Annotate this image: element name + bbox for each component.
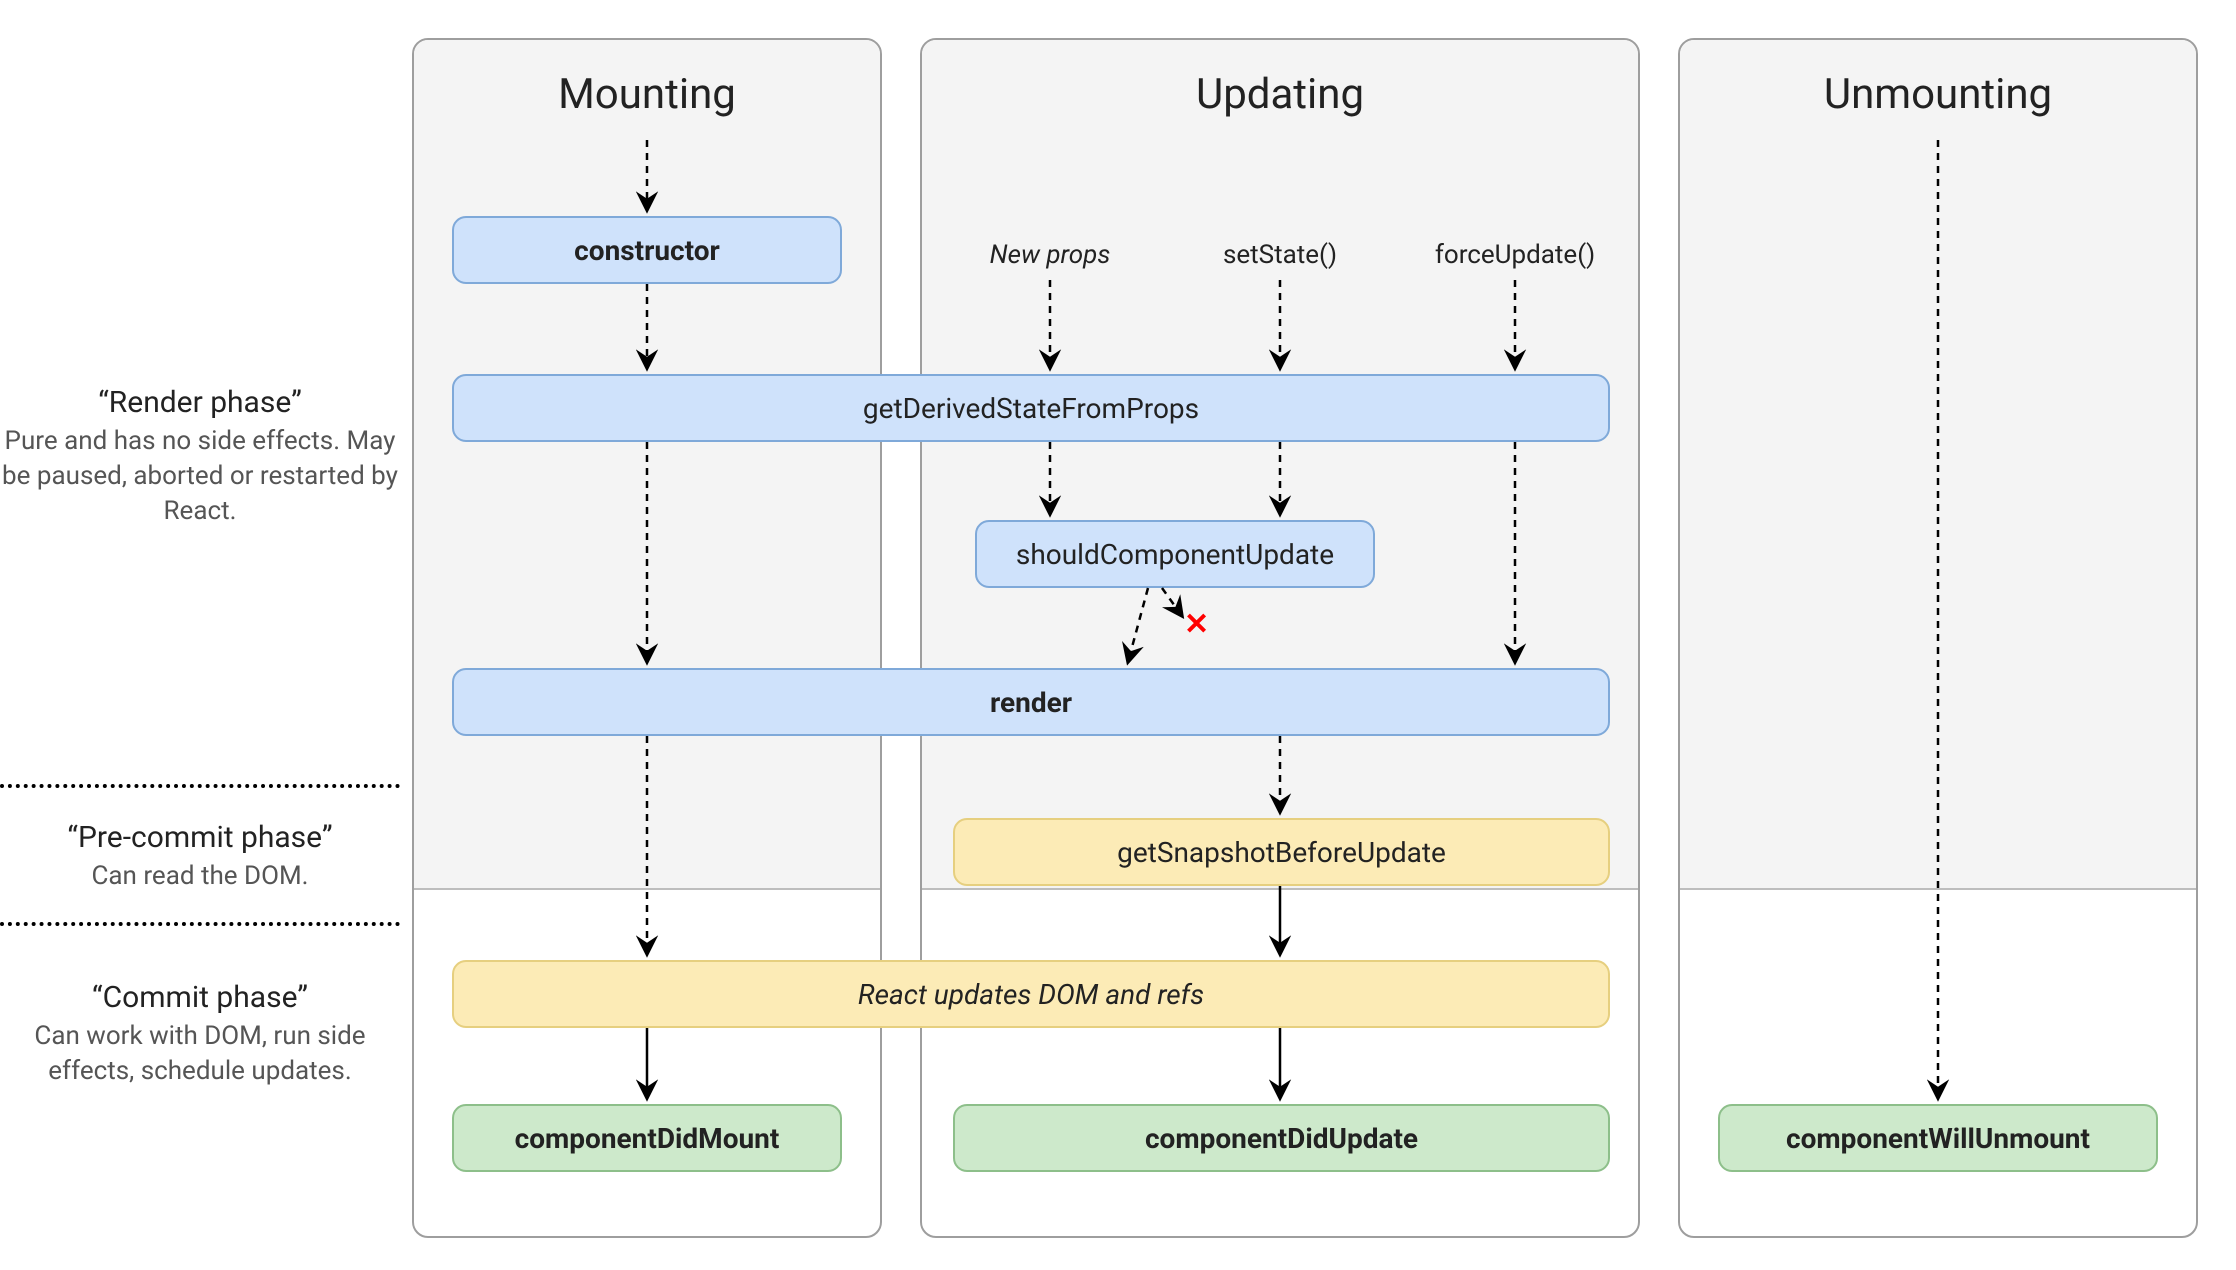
phase-commit-title: “Commit phase”	[0, 980, 400, 1015]
box-render[interactable]: render	[452, 668, 1610, 736]
box-componentwillunmount[interactable]: componentWillUnmount	[1718, 1104, 2158, 1172]
divider-render-precommit	[0, 784, 400, 788]
column-unmounting-title: Unmounting	[1680, 70, 2196, 119]
phase-precommit-desc: Can read the DOM.	[0, 859, 400, 894]
column-mounting-title: Mounting	[414, 70, 880, 119]
box-constructor[interactable]: constructor	[452, 216, 842, 284]
column-updating-title: Updating	[922, 70, 1638, 119]
box-getderivedstatefromprops[interactable]: getDerivedStateFromProps	[452, 374, 1610, 442]
box-componentdidmount[interactable]: componentDidMount	[452, 1104, 842, 1172]
phase-commit-desc: Can work with DOM, run side effects, sch…	[0, 1019, 400, 1089]
phase-render-title: “Render phase”	[0, 385, 400, 420]
column-updating: Updating	[920, 38, 1640, 1238]
render-zone-mounting	[414, 40, 880, 890]
trigger-new-props: New props	[960, 240, 1140, 270]
box-componentdidupdate[interactable]: componentDidUpdate	[953, 1104, 1610, 1172]
divider-precommit-commit	[0, 922, 400, 926]
phase-precommit: “Pre-commit phase” Can read the DOM.	[0, 820, 400, 894]
scu-cancel-mark: ✕	[1184, 607, 1209, 642]
box-getsnapshotbeforeupdate[interactable]: getSnapshotBeforeUpdate	[953, 818, 1610, 886]
phase-render-desc: Pure and has no side effects. May be pau…	[0, 424, 400, 529]
box-react-updates-dom: React updates DOM and refs	[452, 960, 1610, 1028]
box-shouldcomponentupdate[interactable]: shouldComponentUpdate	[975, 520, 1375, 588]
trigger-setstate: setState()	[1190, 240, 1370, 270]
column-unmounting: Unmounting	[1678, 38, 2198, 1238]
render-zone-updating	[922, 40, 1638, 890]
render-zone-unmounting	[1680, 40, 2196, 890]
trigger-forceupdate: forceUpdate()	[1420, 240, 1610, 270]
lifecycle-diagram: “Render phase” Pure and has no side effe…	[0, 0, 2236, 1270]
phase-render: “Render phase” Pure and has no side effe…	[0, 385, 400, 529]
phase-precommit-title: “Pre-commit phase”	[0, 820, 400, 855]
phase-commit: “Commit phase” Can work with DOM, run si…	[0, 980, 400, 1089]
